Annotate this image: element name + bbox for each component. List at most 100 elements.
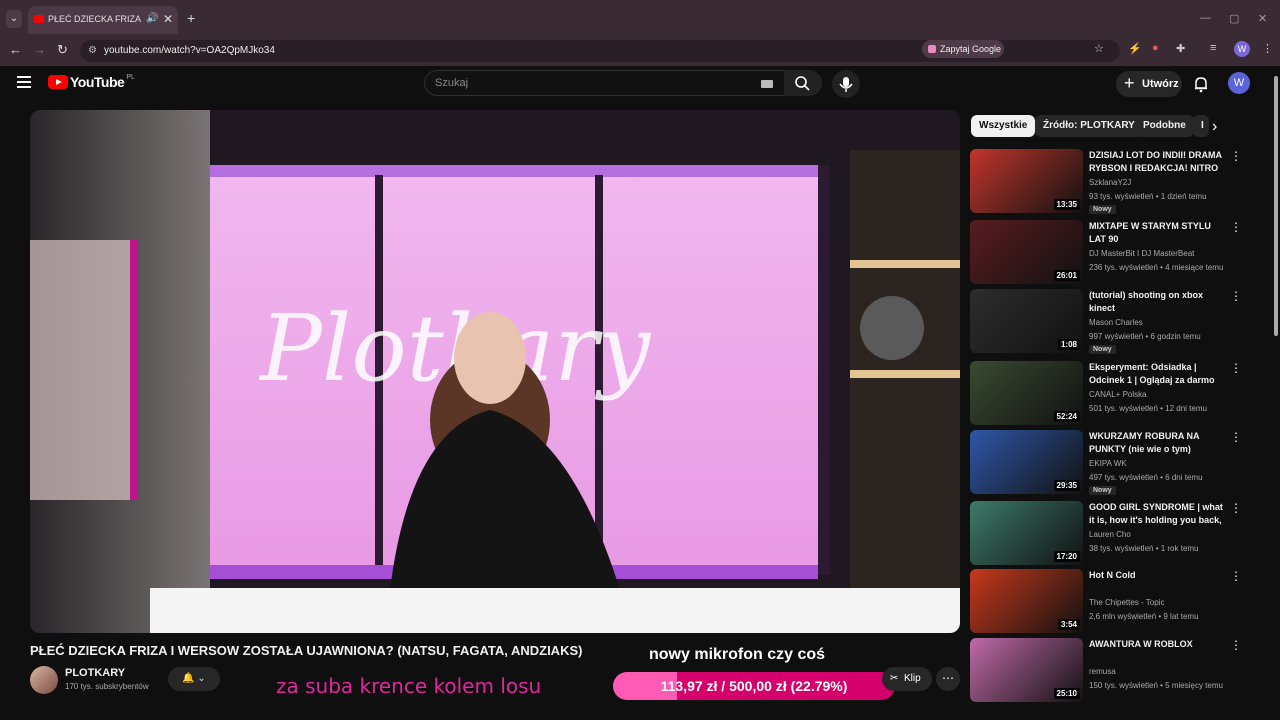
overlay-subscribe-text: za suba krence kolem losu <box>276 674 542 698</box>
more-actions-button[interactable]: ⋯ <box>936 667 960 691</box>
recommendation-channel[interactable]: remusa <box>1089 667 1116 676</box>
chip-source[interactable]: Źródło: PLOTKARY <box>1035 115 1143 137</box>
recommendation-item[interactable]: 17:20 GOOD GIRL SYNDROME | what it is, ho… <box>970 501 1242 565</box>
keyboard-icon[interactable] <box>761 80 773 88</box>
recommendation-channel[interactable]: Mason Charles <box>1089 318 1143 327</box>
close-window-icon[interactable]: ✕ <box>1258 12 1267 25</box>
more-options-icon[interactable]: ⋮ <box>1230 289 1242 303</box>
overlay-caption: nowy mikrofon czy coś <box>649 646 826 663</box>
extensions-puzzle-icon[interactable]: ✚ <box>1176 42 1185 55</box>
bookmark-star-icon[interactable]: ☆ <box>1094 42 1104 55</box>
new-badge: Nowy <box>1089 486 1116 495</box>
video-thumbnail[interactable]: 52:24 <box>970 361 1083 425</box>
recommendation-channel[interactable]: CANAL+ Polska <box>1089 390 1147 399</box>
back-icon[interactable]: ← <box>9 42 22 57</box>
browser-menu-icon[interactable]: ⋮ <box>1262 42 1273 55</box>
hamburger-menu-icon[interactable] <box>17 76 31 88</box>
search-icon <box>795 76 810 91</box>
video-thumbnail[interactable]: 25:10 <box>970 638 1083 702</box>
recommendation-channel[interactable]: Lauren Cho <box>1089 530 1131 539</box>
recommendation-title[interactable]: GOOD GIRL SYNDROME | what it is, how it'… <box>1089 501 1227 527</box>
video-thumbnail[interactable]: 3:54 <box>970 569 1083 633</box>
duration-badge: 1:08 <box>1057 339 1080 350</box>
chip-all[interactable]: Wszystkie <box>971 115 1036 137</box>
clip-button[interactable]: ✂ Klip <box>882 667 932 691</box>
more-options-icon[interactable]: ⋮ <box>1230 638 1242 652</box>
scissors-icon: ✂ <box>890 673 899 684</box>
recommendation-title[interactable]: WKURZAMY ROBURA NA PUNKTY (nie wie o tym… <box>1089 430 1227 456</box>
youtube-favicon-icon <box>34 15 44 23</box>
site-info-icon[interactable]: ⚙ <box>88 45 97 56</box>
clip-label: Klip <box>904 673 921 684</box>
more-options-icon[interactable]: ⋮ <box>1230 220 1242 234</box>
maximize-icon[interactable]: ▢ <box>1229 12 1239 25</box>
recommendation-title[interactable]: MIXTAPE W STARYM STYLU LAT 90 <box>1089 220 1227 246</box>
recommendation-item[interactable]: 26:01 MIXTAPE W STARYM STYLU LAT 90 DJ Mas… <box>970 220 1242 284</box>
recommendation-title[interactable]: AWANTURA W ROBLOX <box>1089 638 1227 651</box>
browser-profile-avatar[interactable]: W <box>1234 41 1250 57</box>
more-options-icon[interactable]: ⋮ <box>1230 361 1242 375</box>
tab-search-button[interactable]: ⌄ <box>6 10 22 28</box>
more-options-icon[interactable]: ⋮ <box>1230 569 1242 583</box>
recommendation-channel[interactable]: EKIPA WK <box>1089 459 1127 468</box>
speaker-icon[interactable]: 🔊 <box>146 13 158 24</box>
forward-icon[interactable]: → <box>33 42 46 57</box>
more-options-icon[interactable]: ⋮ <box>1230 149 1242 163</box>
more-options-icon[interactable]: ⋮ <box>1230 501 1242 515</box>
recommendation-item[interactable]: 25:10 AWANTURA W ROBLOX remusa 150 tys. wyś… <box>970 638 1242 702</box>
search-placeholder: Szukaj <box>435 77 469 89</box>
search-button[interactable] <box>784 70 822 96</box>
chip-more[interactable]: I <box>1193 115 1209 137</box>
youtube-header: YouTube PL Szukaj Utwórz W <box>0 66 1272 102</box>
ask-google-button[interactable]: Zapytaj Google <box>922 40 1004 58</box>
extension-icon[interactable]: ⚡ <box>1128 42 1142 55</box>
browser-tab[interactable]: PŁEĆ DZIECKA FRIZA I WER 🔊 ✕ <box>28 6 178 34</box>
minimize-icon[interactable]: — <box>1200 12 1211 24</box>
extension-badge-icon[interactable]: ● <box>1152 42 1159 54</box>
recommendation-title[interactable]: (tutorial) shooting on xbox kinect <box>1089 289 1227 315</box>
recommendation-item[interactable]: 1:08 (tutorial) shooting on xbox kinect Ma… <box>970 289 1242 354</box>
video-thumbnail[interactable]: 29:35 <box>970 430 1083 494</box>
video-player[interactable]: Plotkary <box>30 110 960 633</box>
recommendation-item[interactable]: 13:35 DZISIAJ LOT DO INDII! DRAMA RYBSON … <box>970 149 1242 214</box>
subscription-bell-button[interactable]: 🔔 ⌄ <box>168 667 220 691</box>
chip-related[interactable]: Podobne <box>1135 115 1194 137</box>
video-thumbnail[interactable]: 13:35 <box>970 149 1083 213</box>
reading-list-icon[interactable]: ≡ <box>1210 42 1216 54</box>
duration-badge: 29:35 <box>1053 480 1080 491</box>
new-tab-button[interactable]: + <box>187 10 195 26</box>
url-text[interactable]: youtube.com/watch?v=OA2QpMJko34 <box>104 45 275 56</box>
notifications-bell-icon[interactable] <box>1192 75 1210 93</box>
page-scrollbar[interactable] <box>1272 66 1280 696</box>
bell-icon: 🔔 <box>182 673 195 684</box>
recommendation-title[interactable]: Hot N Cold <box>1089 569 1227 582</box>
youtube-logo[interactable]: YouTube PL <box>48 74 135 90</box>
reload-icon[interactable]: ↻ <box>57 42 68 58</box>
recommendation-meta: 93 tys. wyświetleń • 1 dzień temu <box>1089 192 1207 201</box>
new-badge: Nowy <box>1089 345 1116 354</box>
duration-badge: 17:20 <box>1053 551 1080 562</box>
video-thumbnail[interactable]: 1:08 <box>970 289 1083 353</box>
recommendation-meta: 997 wyświetleń • 6 godzin temu <box>1089 332 1201 341</box>
recommendation-item[interactable]: 29:35 WKURZAMY ROBURA NA PUNKTY (nie wie … <box>970 430 1242 495</box>
create-button[interactable]: Utwórz <box>1116 70 1182 97</box>
close-tab-icon[interactable]: ✕ <box>163 12 173 26</box>
chevron-right-icon[interactable]: › <box>1212 118 1217 136</box>
video-thumbnail[interactable]: 26:01 <box>970 220 1083 284</box>
channel-name[interactable]: PLOTKARY <box>65 667 125 679</box>
recommendation-item[interactable]: 3:54 Hot N Cold The Chipettes - Topic 2,6 m… <box>970 569 1242 633</box>
search-input[interactable]: Szukaj <box>424 70 786 96</box>
more-options-icon[interactable]: ⋮ <box>1230 430 1242 444</box>
recommendation-title[interactable]: DZISIAJ LOT DO INDII! DRAMA RYBSON I RED… <box>1089 149 1227 175</box>
recommendation-item[interactable]: 52:24 Eksperyment: Odsiadka | Odcinek 1 |… <box>970 361 1242 425</box>
scrollbar-thumb[interactable] <box>1274 76 1278 336</box>
voice-search-button[interactable] <box>832 70 860 98</box>
video-thumbnail[interactable]: 17:20 <box>970 501 1083 565</box>
recommendation-title[interactable]: Eksperyment: Odsiadka | Odcinek 1 | Oglą… <box>1089 361 1227 387</box>
duration-badge: 3:54 <box>1057 619 1080 630</box>
channel-avatar[interactable] <box>30 666 58 694</box>
recommendation-channel[interactable]: The Chipettes - Topic <box>1089 598 1164 607</box>
recommendation-channel[interactable]: SzklanaY2J <box>1089 178 1131 187</box>
account-avatar[interactable]: W <box>1228 72 1250 94</box>
recommendation-channel[interactable]: DJ MasterBit I DJ MasterBeat <box>1089 249 1194 258</box>
